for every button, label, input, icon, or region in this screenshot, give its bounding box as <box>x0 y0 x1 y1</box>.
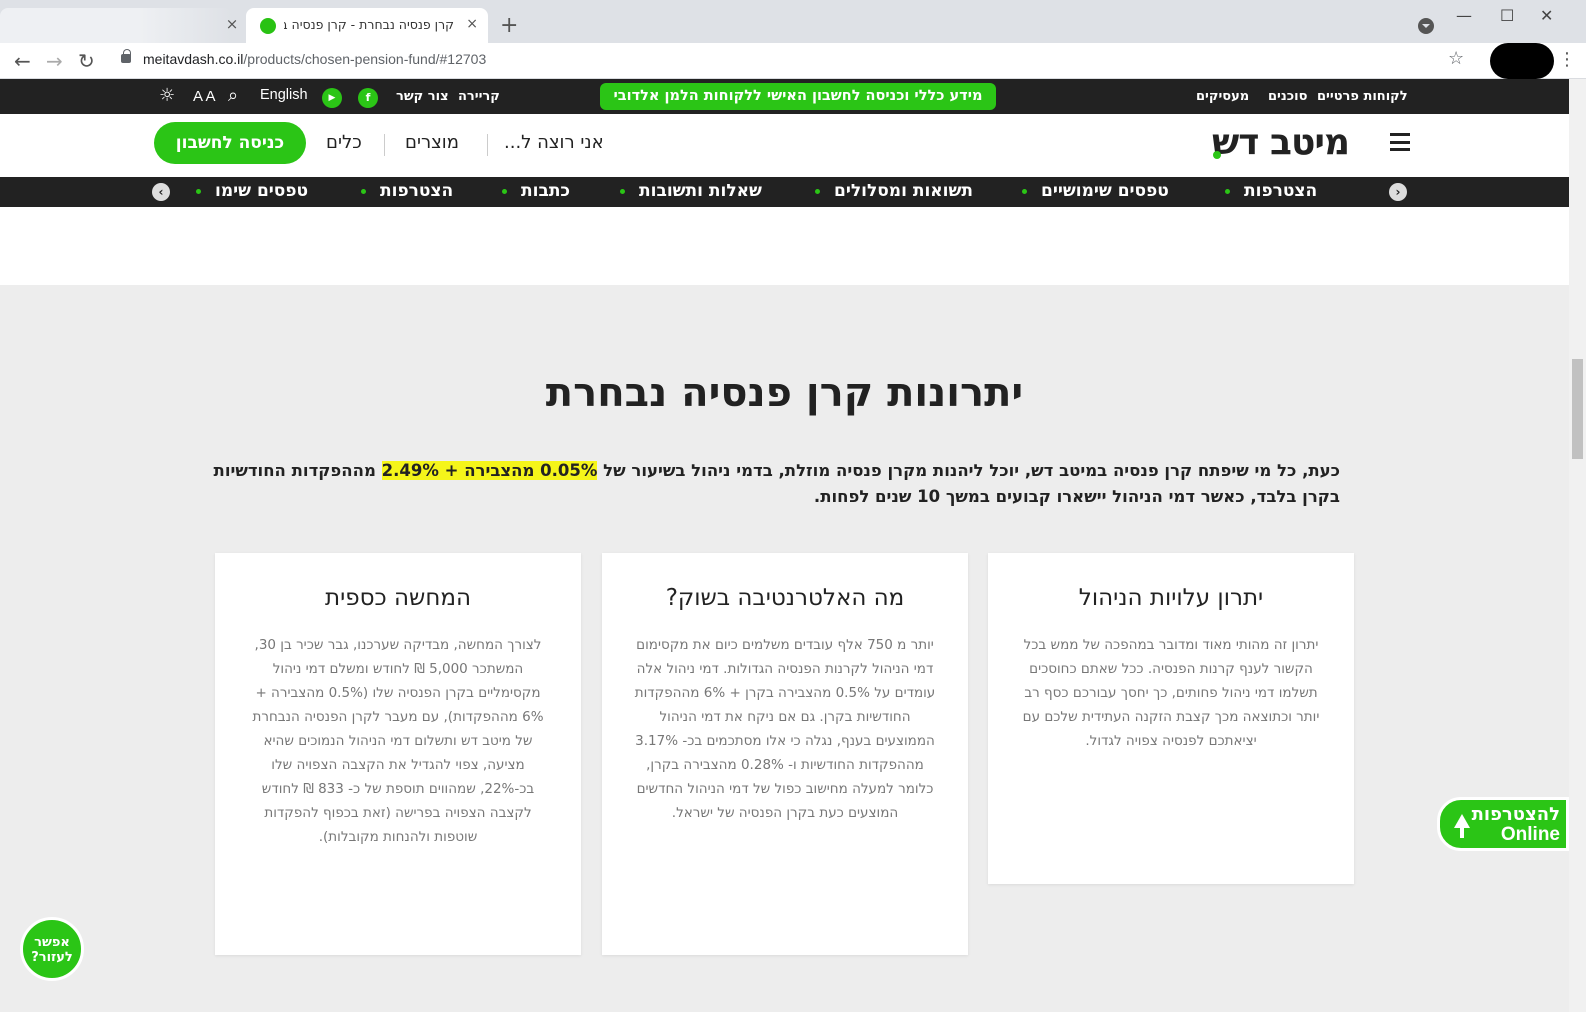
intro-text-start: כעת, כל מי שיפתח קרן פנסיה במיטב דש, יוכ… <box>597 461 1340 480</box>
subnav-next-icon[interactable]: › <box>1389 183 1407 201</box>
site-top-bar: מעסיקים סוכנים לקוחות פרטיים מידע כללי ו… <box>0 79 1569 114</box>
card-text: יותר מ 750 אלף עובדים משלמים כיום את מקס… <box>634 637 936 821</box>
divider <box>487 134 488 156</box>
back-button[interactable]: ← <box>14 49 31 73</box>
subnav-item-faq[interactable]: שאלות ותשובות <box>620 181 762 201</box>
url-domain: meitavdash.co.il <box>143 51 244 67</box>
login-button[interactable]: כניסה לחשבון <box>154 122 306 164</box>
help-chat-button[interactable]: אפשר לעזור? <box>20 917 84 981</box>
subnav-item-forms[interactable]: טפסים שימושיים <box>1022 181 1169 201</box>
subnav-item-join[interactable]: הצטרפות <box>1225 181 1317 201</box>
card-financial-example: המחשה כספית לצורך המחשה, מבדיקה שערכנו, … <box>215 553 581 955</box>
new-tab-button[interactable]: + <box>500 13 518 38</box>
minimize-button[interactable]: — <box>1456 6 1472 25</box>
search-icon[interactable]: ⌕ <box>228 85 238 106</box>
employers-link[interactable]: מעסיקים <box>1196 89 1249 104</box>
card-text: לצורך המחשה, מבדיקה שערכנו, גבר שכיר בן … <box>252 637 544 845</box>
tab-title: קרן פנסיה נבחרת - קרן פנסיה בר <box>284 17 454 32</box>
logo-dot <box>1213 151 1221 159</box>
site-header: מיטב דש אני רוצה ל... מוצרים כלים כניסה … <box>0 114 1569 177</box>
page-scrollbar[interactable] <box>1569 79 1586 1012</box>
browser-menu-icon[interactable]: ⋮ <box>1558 49 1576 70</box>
font-size-icon[interactable]: A A <box>193 88 216 105</box>
products-menu[interactable]: מוצרים <box>405 132 459 153</box>
card-title: יתרון עלויות הניהול <box>1078 585 1264 611</box>
scroll-thumb[interactable] <box>1572 359 1583 459</box>
header-spacer <box>0 207 1569 285</box>
forward-button[interactable]: → <box>46 49 63 73</box>
careers-link[interactable]: קריירה <box>458 89 500 104</box>
promo-banner[interactable]: מידע כללי וכניסה לחשבון האישי ללקוחות הל… <box>600 83 996 110</box>
subnav-item-articles[interactable]: כתבות <box>502 181 570 201</box>
hamburger-menu-icon[interactable] <box>1390 133 1410 151</box>
address-bar[interactable]: meitavdash.co.il/products/chosen-pension… <box>143 51 486 67</box>
tools-menu[interactable]: כלים <box>326 132 362 153</box>
subnav-item-forms-2[interactable]: טפסים שימו <box>196 181 308 201</box>
inactive-tab[interactable] <box>0 8 232 43</box>
card-management-costs: יתרון עלויות הניהול יתרון זה מהותי מאוד … <box>988 553 1354 884</box>
contact-link[interactable]: צור קשר <box>396 89 449 104</box>
bookmark-star-icon[interactable]: ☆ <box>1448 48 1464 69</box>
card-title: המחשה כספית <box>324 585 472 611</box>
facebook-icon[interactable]: f <box>358 88 378 108</box>
youtube-icon[interactable]: ▶ <box>322 88 342 108</box>
sub-navigation: › הצטרפות טפסים שימושיים תשואות ומסלולים… <box>0 177 1569 207</box>
english-link[interactable]: English <box>260 87 308 103</box>
url-path: /products/chosen-pension-fund/#12703 <box>243 51 487 67</box>
browser-tab-bar: × קרן פנסיה נבחרת - קרן פנסיה בר × + — ☐… <box>0 0 1586 43</box>
section-title: יתרונות קרן פנסיה נבחרת <box>545 370 1024 416</box>
reload-button[interactable]: ↻ <box>78 49 95 73</box>
subnav-item-join-2[interactable]: הצטרפות <box>361 181 453 201</box>
close-window-button[interactable]: ✕ <box>1540 6 1553 25</box>
online-join-label: להצטרפות <box>1471 804 1560 825</box>
card-alternative: מה האלטרנטיבה בשוק? יותר מ 750 אלף עובדי… <box>602 553 968 955</box>
intro-paragraph: כעת, כל מי שיפתח קרן פנסיה במיטב דש, יוכ… <box>210 458 1340 510</box>
favicon-icon <box>260 18 276 34</box>
private-clients-link[interactable]: לקוחות פרטיים <box>1317 89 1408 104</box>
i-want-menu[interactable]: אני רוצה ל... <box>504 132 604 153</box>
subnav-item-returns[interactable]: תשואות ומסלולים <box>815 181 973 201</box>
browser-toolbar: ← → ↻ meitavdash.co.il/products/chosen-p… <box>0 43 1586 79</box>
cursor-arrow-icon <box>1454 814 1470 838</box>
agents-link[interactable]: סוכנים <box>1268 89 1307 104</box>
online-join-button[interactable]: להצטרפות Online <box>1437 797 1569 851</box>
card-title: מה האלטרנטיבה בשוק? <box>665 585 905 611</box>
profile-avatar[interactable] <box>1490 43 1554 79</box>
divider <box>384 134 385 156</box>
lock-icon[interactable] <box>121 49 131 63</box>
subnav-prev-icon[interactable]: ‹ <box>152 183 170 201</box>
maximize-button[interactable]: ☐ <box>1500 6 1514 25</box>
online-label: Online <box>1500 824 1560 845</box>
contrast-icon[interactable]: ☼ <box>159 85 175 106</box>
tab-search-icon[interactable] <box>1418 18 1434 34</box>
tab-close-icon[interactable]: × <box>466 16 478 32</box>
site-logo[interactable]: מיטב דש <box>1212 122 1350 163</box>
tab-close-icon[interactable]: × <box>222 14 242 34</box>
card-text: יתרון זה מהותי מאוד ומדובר במהפכה של ממש… <box>1022 637 1320 749</box>
active-tab[interactable]: קרן פנסיה נבחרת - קרן פנסיה בר × <box>246 8 488 43</box>
fee-highlight: 0.05% מהצבירה + 2.49% <box>381 461 598 480</box>
